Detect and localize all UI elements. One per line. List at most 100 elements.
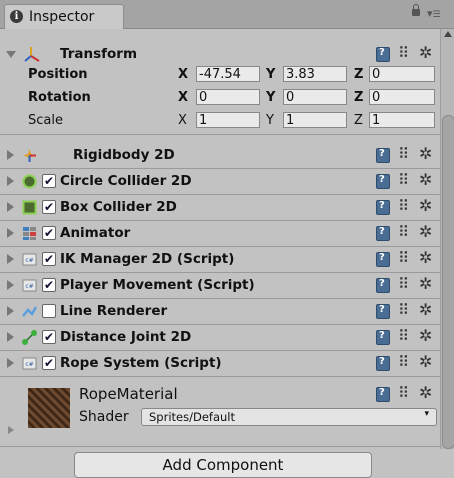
preset-icon[interactable]: ⠿ [398,275,409,293]
preset-icon[interactable]: ⠿ [398,353,409,371]
component-player-movement[interactable]: c# ✔ Player Movement (Script) ⠿ ✲ [0,273,440,299]
foldout-arrow-icon[interactable] [8,426,14,434]
help-icon[interactable] [376,304,390,319]
y-axis-label: Y [266,90,276,105]
component-ik-manager-2d[interactable]: c# ✔ IK Manager 2D (Script) ⠿ ✲ [0,247,440,273]
svg-text:c#: c# [25,361,33,368]
foldout-arrow-icon[interactable] [7,280,14,290]
component-distance-joint-2d[interactable]: ✔ Distance Joint 2D ⠿ ✲ [0,325,440,351]
preset-icon[interactable]: ⠿ [398,145,409,163]
preset-icon[interactable]: ⠿ [398,171,409,189]
preset-icon[interactable]: ⠿ [398,384,409,402]
lock-icon[interactable] [412,4,420,16]
enable-checkbox[interactable]: ✔ [42,226,56,240]
transform-axis-icon [24,47,40,62]
position-z-field[interactable]: 0 [369,66,435,82]
component-title: Rope System (Script) [60,355,222,371]
shader-dropdown[interactable]: Sprites/Default ▾ [141,408,437,426]
row-label: Position [28,67,88,82]
gear-icon[interactable]: ✲ [419,274,432,293]
help-icon[interactable] [376,148,390,163]
position-x-field[interactable]: -47.54 [196,66,260,82]
help-icon[interactable] [376,226,390,241]
row-label: Scale [28,113,63,128]
rotation-x-field[interactable]: 0 [196,89,260,105]
rotation-y-field[interactable]: 0 [283,89,347,105]
enable-checkbox[interactable]: ✔ [42,200,56,214]
script-icon: c# [22,253,37,266]
help-icon[interactable] [376,174,390,189]
help-icon[interactable] [376,278,390,293]
help-icon[interactable] [376,252,390,267]
info-icon: i [10,10,23,23]
foldout-arrow-icon[interactable] [7,150,14,160]
foldout-arrow-icon[interactable] [7,306,14,316]
line-renderer-icon [22,306,37,317]
preset-icon[interactable]: ⠿ [398,249,409,267]
component-line-renderer[interactable]: Line Renderer ⠿ ✲ [0,299,440,325]
material-section: RopeMaterial Shader Sprites/Default ▾ ⠿ … [0,380,440,447]
foldout-arrow-icon[interactable] [7,176,14,186]
help-icon[interactable] [376,356,390,371]
distance-joint-icon [22,330,37,345]
scale-y-field[interactable]: 1 [283,112,347,128]
y-axis-label: Y [266,113,274,128]
chevron-down-icon: ▾ [424,409,429,419]
gear-icon[interactable]: ✲ [419,222,432,241]
scale-z-field[interactable]: 1 [369,112,435,128]
transform-row-scale: Scale X 1 Y 1 Z 1 [0,111,440,130]
foldout-arrow-icon[interactable] [7,228,14,238]
component-box-collider-2d[interactable]: ✔ Box Collider 2D ⠿ ✲ [0,195,440,221]
circle-collider-icon [22,174,37,189]
enable-checkbox[interactable]: ✔ [42,356,56,370]
preset-icon[interactable]: ⠿ [398,197,409,215]
gear-icon[interactable]: ✲ [419,300,432,319]
foldout-arrow-icon[interactable] [7,254,14,264]
preset-icon[interactable]: ⠿ [398,327,409,345]
enable-checkbox[interactable]: ✔ [42,174,56,188]
help-icon[interactable] [376,387,390,402]
enable-checkbox[interactable] [42,304,56,318]
position-y-field[interactable]: 3.83 [283,66,347,82]
component-animator[interactable]: ✔ Animator ⠿ ✲ [0,221,440,247]
help-icon[interactable] [376,330,390,345]
foldout-arrow-icon[interactable] [7,202,14,212]
box-collider-icon [22,200,37,215]
component-rigidbody-2d[interactable]: Rigidbody 2D ⠿ ✲ [0,143,440,169]
enable-checkbox[interactable]: ✔ [42,252,56,266]
rotation-z-field[interactable]: 0 [369,89,435,105]
gear-icon[interactable]: ✲ [419,326,432,345]
gear-icon[interactable]: ✲ [419,196,432,215]
scale-x-field[interactable]: 1 [196,112,260,128]
gear-icon[interactable]: ✲ [419,383,432,402]
preset-icon[interactable]: ⠿ [398,223,409,241]
z-axis-label: Z [354,67,364,82]
component-rope-system[interactable]: c# ✔ Rope System (Script) ⠿ ✲ [0,351,440,377]
add-component-button[interactable]: Add Component [74,452,372,478]
gear-icon[interactable]: ✲ [419,43,432,62]
scroll-thumb[interactable] [442,115,454,449]
gear-icon[interactable]: ✲ [419,248,432,267]
scroll-up-arrow-icon[interactable] [444,31,452,37]
gear-icon[interactable]: ✲ [419,352,432,371]
foldout-arrow-icon[interactable] [7,358,14,368]
material-name: RopeMaterial [79,385,178,403]
component-title: Circle Collider 2D [60,173,192,189]
tab-menu-icon[interactable]: ▾☰ [427,7,441,20]
inspector-tab[interactable]: i Inspector [4,4,124,29]
component-title: Player Movement (Script) [60,277,255,293]
component-circle-collider-2d[interactable]: ✔ Circle Collider 2D ⠿ ✲ [0,169,440,195]
foldout-arrow-icon[interactable] [7,332,14,342]
inspector-tab-title: Inspector [29,9,95,25]
gear-icon[interactable]: ✲ [419,144,432,163]
enable-checkbox[interactable]: ✔ [42,278,56,292]
preset-icon[interactable]: ⠿ [398,301,409,319]
svg-text:c#: c# [25,283,33,290]
gear-icon[interactable]: ✲ [419,170,432,189]
foldout-arrow-icon[interactable] [6,51,16,58]
help-icon[interactable] [376,200,390,215]
help-icon[interactable] [376,47,390,62]
vertical-scrollbar[interactable] [440,29,454,449]
preset-icon[interactable]: ⠿ [398,44,409,62]
enable-checkbox[interactable]: ✔ [42,330,56,344]
